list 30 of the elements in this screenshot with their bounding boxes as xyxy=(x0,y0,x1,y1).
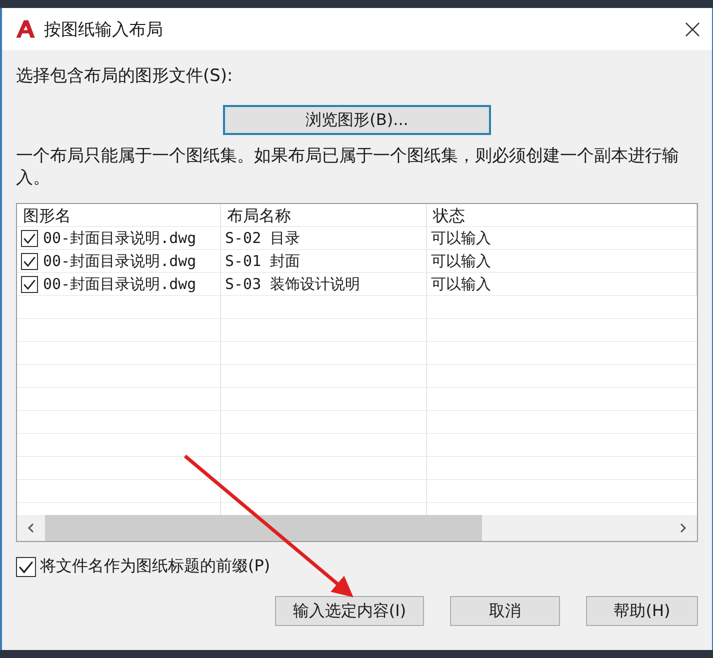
table-cell: S-01 封面 xyxy=(225,252,300,270)
column-header[interactable]: 布局名称 xyxy=(221,204,427,227)
table-cell: 00-封面目录说明.dwg xyxy=(43,252,196,270)
table-cell: S-02 目录 xyxy=(225,228,300,248)
scrollbar-thumb[interactable] xyxy=(45,515,482,541)
checkbox[interactable] xyxy=(16,556,36,576)
scroll-left-icon[interactable] xyxy=(26,523,36,533)
checkbox[interactable] xyxy=(21,230,38,246)
cancel-button[interactable]: 取消 xyxy=(450,596,560,626)
table-cell: 00-封面目录说明.dwg xyxy=(43,228,196,248)
table-cell: 00-封面目录说明.dwg xyxy=(43,274,196,294)
table-cell: 可以输入 xyxy=(431,274,491,294)
close-icon[interactable] xyxy=(685,22,700,36)
window-title: 按图纸输入布局 xyxy=(44,18,164,40)
import-button[interactable]: 输入选定内容(I) xyxy=(275,596,424,626)
table-cell: S-03 装饰设计说明 xyxy=(225,274,360,294)
app-logo-icon xyxy=(14,18,36,40)
scroll-right-icon[interactable] xyxy=(678,523,688,533)
checkbox[interactable] xyxy=(21,276,38,292)
column-header[interactable]: 图形名 xyxy=(17,204,221,227)
horizontal-scrollbar[interactable] xyxy=(17,515,697,541)
prefix-option-label[interactable]: 将文件名作为图纸标题的前缀(P) xyxy=(40,556,270,577)
checkbox[interactable] xyxy=(21,252,38,270)
table-cell: 可以输入 xyxy=(431,252,491,270)
file-prompt-label: 选择包含布局的图形文件(S): xyxy=(16,66,234,87)
help-button[interactable]: 帮助(H) xyxy=(586,596,698,626)
table-cell: 可以输入 xyxy=(431,228,491,248)
column-header[interactable]: 状态 xyxy=(427,204,697,227)
browse-button[interactable]: 浏览图形(B)... xyxy=(223,105,491,135)
note-text: 一个布局只能属于一个图纸集。如果布局已属于一个图纸集，则必须创建一个副本进行输入。 xyxy=(16,145,680,189)
